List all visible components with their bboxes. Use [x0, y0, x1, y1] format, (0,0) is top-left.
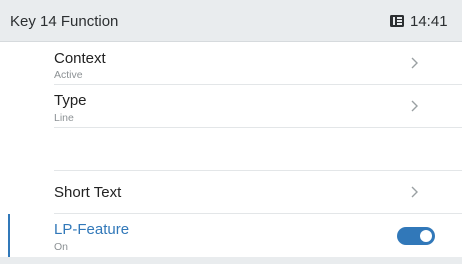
list-item-value: Line: [54, 112, 74, 124]
selection-indicator: [8, 214, 10, 257]
phone-list-icon: [390, 15, 404, 27]
title-bar: Key 14 Function 14:41: [0, 0, 462, 42]
list-item-label: Short Text: [54, 184, 122, 201]
list-item-value: On: [54, 241, 69, 253]
clock-time: 14:41: [410, 13, 448, 30]
chevron-right-icon: [411, 57, 418, 69]
list-item-empty: [0, 128, 462, 171]
list-item-value: Active: [54, 69, 83, 81]
list-item-context[interactable]: Context Active: [0, 42, 462, 85]
list-item-lp-feature[interactable]: LP-Feature On: [0, 214, 462, 257]
list-item-label: Context: [54, 50, 106, 67]
list-item-short-text[interactable]: Short Text: [0, 171, 462, 214]
settings-list: Context Active Type Line Short Text LP-F…: [0, 42, 462, 264]
chevron-right-icon: [411, 186, 418, 198]
list-item-label: Type: [54, 92, 87, 109]
lp-feature-toggle[interactable]: [397, 227, 435, 245]
bottom-edge: [0, 257, 462, 264]
toggle-knob: [420, 230, 432, 242]
chevron-right-icon: [411, 100, 418, 112]
page-title: Key 14 Function: [10, 13, 119, 30]
list-item-label: LP-Feature: [54, 221, 130, 238]
list-item-type[interactable]: Type Line: [0, 85, 462, 128]
